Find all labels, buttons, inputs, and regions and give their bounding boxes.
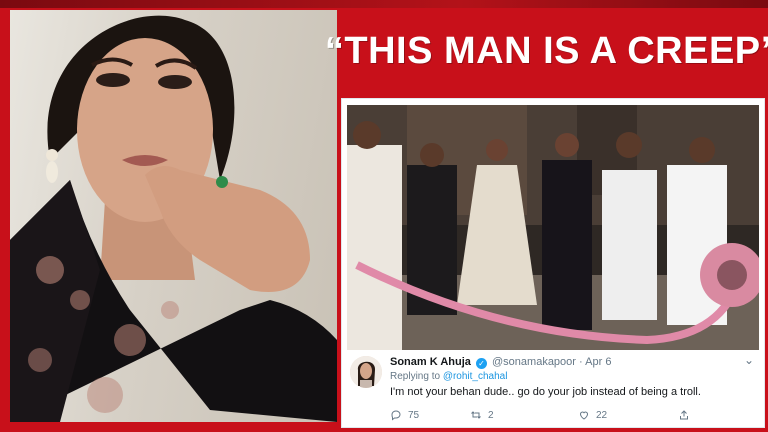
verified-icon: ✓ bbox=[475, 358, 487, 369]
reply-button[interactable]: 75 bbox=[390, 409, 419, 421]
retweet-icon bbox=[471, 411, 481, 419]
author-handle[interactable]: @sonamakapoor bbox=[492, 356, 576, 368]
headline-banner: “THIS MAN IS A CREEP” bbox=[325, 12, 768, 90]
share-button[interactable] bbox=[678, 409, 690, 421]
replying-to-label: Replying to bbox=[390, 371, 441, 382]
retweet-button[interactable]: 2 bbox=[470, 409, 494, 421]
tweet-actions: 75 2 22 bbox=[390, 409, 756, 423]
avatar[interactable] bbox=[350, 356, 382, 388]
tweet-card[interactable]: Sonam K Ahuja ✓ @sonamakapoor · Apr 6 ⌄ … bbox=[341, 98, 765, 428]
like-icon bbox=[579, 411, 589, 420]
tweet-photo[interactable] bbox=[347, 105, 759, 350]
tweet-text: I'm not your behan dude.. go do your job… bbox=[390, 386, 701, 398]
chevron-down-icon[interactable]: ⌄ bbox=[744, 353, 754, 367]
headline-text: “THIS MAN IS A CREEP” bbox=[324, 29, 768, 72]
like-count: 22 bbox=[596, 409, 608, 421]
tweet-body: Sonam K Ahuja ✓ @sonamakapoor · Apr 6 ⌄ … bbox=[348, 353, 756, 427]
portrait-photo bbox=[10, 10, 337, 422]
tweet-date[interactable]: Apr 6 bbox=[585, 356, 611, 368]
replying-to: Replying to @rohit_chahal bbox=[390, 371, 507, 382]
retweet-count: 2 bbox=[488, 409, 494, 421]
separator: · bbox=[579, 356, 583, 368]
like-button[interactable]: 22 bbox=[578, 409, 607, 421]
reply-count: 75 bbox=[408, 409, 420, 421]
share-icon bbox=[680, 410, 688, 420]
replying-to-handle[interactable]: @rohit_chahal bbox=[443, 371, 508, 382]
author-row: Sonam K Ahuja ✓ @sonamakapoor · Apr 6 bbox=[390, 356, 611, 369]
top-strip bbox=[0, 0, 768, 8]
author-name[interactable]: Sonam K Ahuja bbox=[390, 356, 471, 368]
reply-icon bbox=[391, 410, 401, 421]
